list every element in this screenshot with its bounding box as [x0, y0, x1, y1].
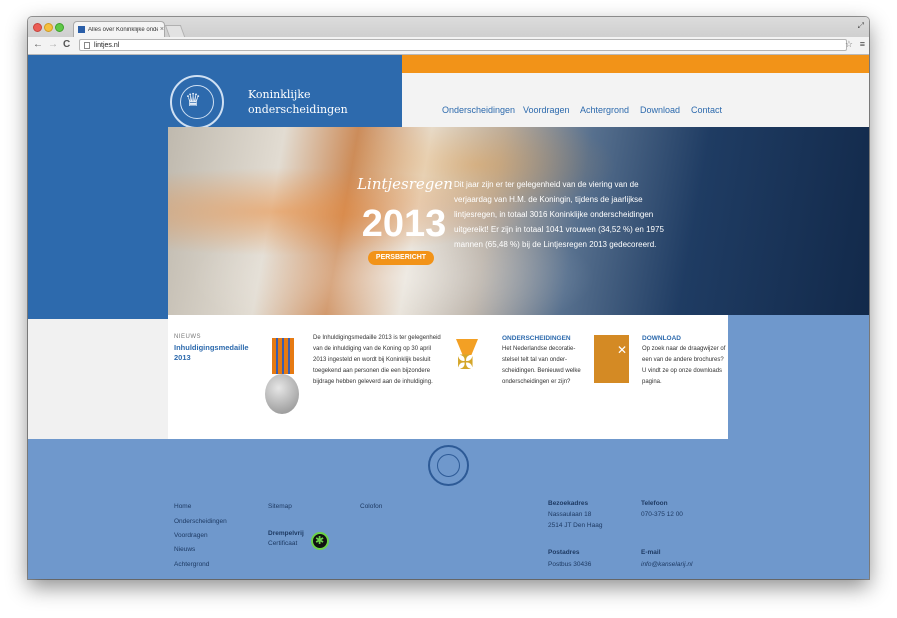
hero-year: 2013 — [361, 203, 447, 245]
content-side-band — [728, 315, 869, 439]
address-url: lintjes.nl — [94, 41, 120, 49]
bezoekadres-line-2: 2514 JT Den Haag — [548, 522, 603, 529]
medal-image — [265, 374, 299, 414]
reload-button[interactable]: C — [63, 39, 70, 51]
nav-download[interactable]: Download — [640, 105, 680, 115]
brand-line-2[interactable]: onderscheidingen — [248, 103, 348, 116]
download-title[interactable]: DOWNLOAD — [642, 334, 681, 344]
brochure-image: ✕ — [594, 335, 629, 383]
hero-text: Dit jaar zijn er ter gelegenheid van de … — [454, 180, 664, 249]
news-title[interactable]: Inhuldigingsmedaille 2013 — [174, 343, 254, 363]
order-star-image: ✠ — [457, 352, 474, 374]
web-page: ⚲ ♛ Koninklijke onderscheidingen Ondersc… — [28, 55, 869, 579]
hero-banner: Lintjesregen 2013 PERSBERICHT Dit jaar z… — [168, 127, 869, 315]
tab-title: Alles over Koninklijke onde — [88, 26, 158, 33]
brand-line-1[interactable]: Koninklijke — [248, 88, 311, 101]
tab-strip: Alles over Koninklijke onde × ⤢ — [28, 17, 869, 37]
new-tab-button[interactable] — [164, 25, 186, 37]
news-text: De Inhuldigingsmedaille 2013 is ter gele… — [313, 335, 441, 385]
telefoon-value: 070-375 12 00 — [641, 511, 683, 518]
favicon-icon — [78, 26, 85, 33]
address-bar[interactable]: lintjes.nl — [79, 39, 847, 51]
email-label: E-mail — [641, 549, 661, 556]
footer-link-nieuws[interactable]: Nieuws — [174, 546, 195, 553]
telefoon-label: Telefoon — [641, 500, 668, 507]
zoom-window-button[interactable] — [55, 23, 64, 32]
search-bar-strip: ⚲ — [402, 55, 869, 73]
bookmark-star-icon[interactable]: ☆ — [845, 39, 853, 50]
footer-link-home[interactable]: Home — [174, 503, 191, 510]
medal-ribbon-image — [272, 338, 294, 374]
back-button[interactable]: ← — [33, 39, 43, 51]
bezoekadres-line-1: Nassaulaan 18 — [548, 511, 592, 518]
bezoekadres-label: Bezoekadres — [548, 500, 589, 507]
browser-toolbar: ← → C lintjes.nl ☆ ≡ — [28, 37, 869, 55]
onderscheidingen-text: Het Nederlandse decoratie-stelsel telt t… — [502, 346, 581, 385]
menu-icon[interactable]: ≡ — [860, 39, 865, 49]
content-panel: NIEUWS Inhuldigingsmedaille 2013 De Inhu… — [168, 315, 728, 439]
news-label: NIEUWS — [174, 334, 201, 340]
logo-seal-icon[interactable]: ♛ — [170, 75, 224, 129]
footer-link-onderscheidingen[interactable]: Onderscheidingen — [174, 518, 227, 525]
browser-tab[interactable]: Alles over Koninklijke onde × — [73, 21, 165, 37]
fullscreen-icon[interactable]: ⤢ — [858, 21, 864, 31]
footer-link-sitemap[interactable]: Sitemap — [268, 503, 292, 510]
forward-button[interactable]: → — [48, 39, 58, 51]
postadres-line-1: Postbus 30436 — [548, 561, 592, 568]
page-icon — [84, 41, 90, 49]
download-text: Op zoek naar de draagwijzer of een van d… — [642, 346, 726, 385]
footer-seal-icon — [428, 445, 469, 486]
postadres-label: Postadres — [548, 549, 580, 556]
nav-voordragen[interactable]: Voordragen — [523, 105, 570, 115]
nav-achtergrond[interactable]: Achtergrond — [580, 105, 629, 115]
certificaat-link[interactable]: Certificaat — [268, 540, 297, 547]
minimize-window-button[interactable] — [44, 23, 53, 32]
email-link[interactable]: info@kanselarij.nl — [641, 561, 692, 568]
hero-title: Lintjesregen — [357, 175, 453, 193]
accessibility-certificate-icon[interactable]: ✱ — [311, 532, 329, 550]
tab-close-icon[interactable]: × — [160, 26, 164, 33]
browser-window: Alles over Koninklijke onde × ⤢ ← → C li… — [28, 17, 869, 579]
footer-link-colofon[interactable]: Colofon — [360, 503, 382, 510]
persbericht-button[interactable]: PERSBERICHT — [368, 251, 434, 265]
drempelvrij-label: Drempelvrij — [268, 530, 304, 537]
nav-onderscheidingen[interactable]: Onderscheidingen — [442, 105, 515, 115]
close-window-button[interactable] — [33, 23, 42, 32]
nav-contact[interactable]: Contact — [691, 105, 722, 115]
footer-link-voordragen[interactable]: Voordragen — [174, 532, 208, 539]
footer-link-achtergrond[interactable]: Achtergrond — [174, 561, 209, 568]
onderscheidingen-title[interactable]: ONDERSCHEIDINGEN — [502, 334, 571, 344]
